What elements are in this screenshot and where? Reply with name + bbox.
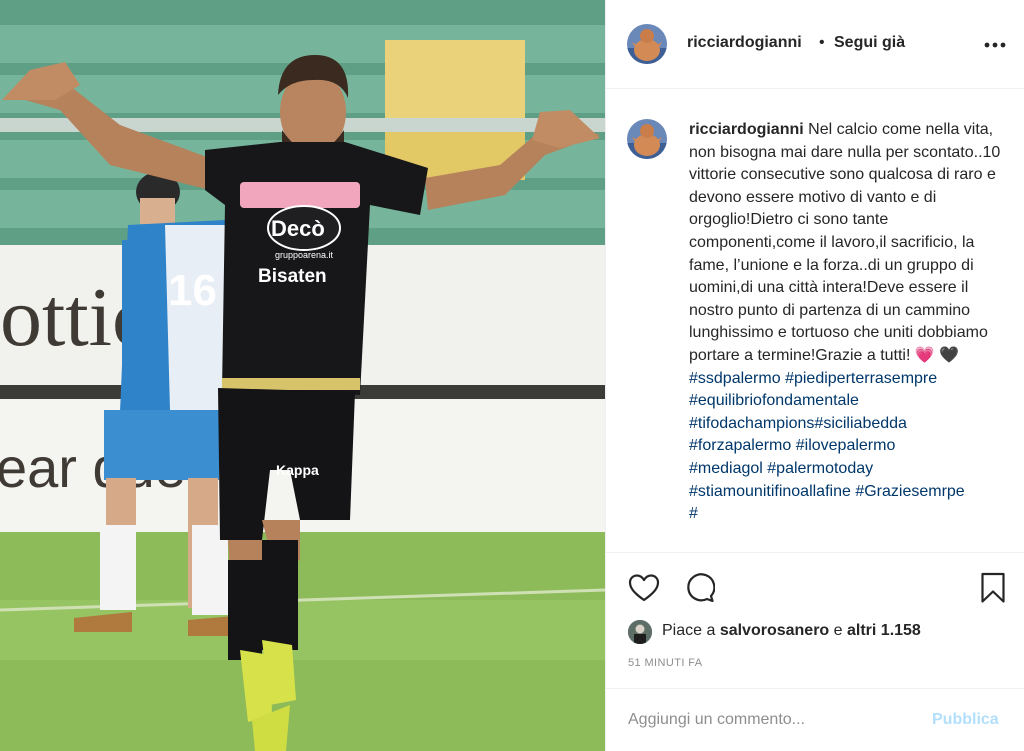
header-separator: • [819,34,825,51]
heart-icon[interactable] [628,573,660,603]
hashtag-equilibriofondamentale[interactable]: #equilibriofondamentale [689,392,859,409]
post-timestamp[interactable]: 51 MINUTI FA [628,657,702,669]
post-panel: ricciardogianni • Segui già ricciardogia… [605,0,1024,751]
likes-prefix: Piace a [662,622,720,639]
hashtag-piediperterrasempre[interactable]: #piediperterrasempre [785,370,937,387]
post-header: ricciardogianni • Segui già [606,0,1024,89]
hashtag-stiamounitifinoallafine[interactable]: #stiamounitifinoallafine [689,483,851,500]
hashtag-mediagol[interactable]: #mediagol [689,460,763,477]
caption-text: Nel calcio come nella vita, non bisogna … [689,121,1001,364]
author-avatar[interactable] [627,24,667,64]
pink-heart-emoji: 💗 [914,346,935,364]
player-number: 16 [168,266,217,315]
bookmark-icon[interactable] [980,572,1006,604]
caption-avatar[interactable] [627,119,667,159]
hashtag-empty[interactable]: # [689,505,698,522]
comment-input[interactable] [628,711,918,729]
caption-username[interactable]: ricciardogianni [689,121,804,138]
hashtag-graziesemrpe[interactable]: #Graziesemrpe [855,483,964,500]
likes-others-link[interactable]: altri 1.158 [847,622,921,639]
sponsor-main: Bisaten [258,266,327,287]
more-horizontal-icon[interactable] [984,42,1006,48]
comment-icon[interactable] [685,573,715,603]
hashtag-siciliabedda[interactable]: #siciliabedda [814,415,907,432]
hashtag-ssdpalermo[interactable]: #ssdpalermo [689,370,781,387]
likes-middle: e [829,622,847,639]
author-username[interactable]: ricciardogianni [687,34,802,52]
comment-bar: Pubblica [606,688,1024,751]
actions-divider [606,552,1024,553]
liker-avatar[interactable] [628,620,652,644]
photo-illustration: ottic ipar ear que 16 [0,0,605,751]
post-photo[interactable]: ottic ipar ear que 16 [0,0,605,751]
sponsor-sub: gruppoarena.it [275,250,334,260]
sponsor-top: Decò [271,216,325,241]
shorts-logo: Kappa [276,462,319,478]
hashtag-tifodachampions[interactable]: #tifodachampions [689,415,814,432]
post-comment-button[interactable]: Pubblica [932,711,999,729]
likes-text: Piace a salvorosanero e altri 1.158 [662,622,921,640]
hashtag-palermotoday[interactable]: #palermotoday [767,460,873,477]
following-button[interactable]: Segui già [834,34,905,52]
hashtag-ilovepalermo[interactable]: #ilovepalermo [796,437,896,454]
liker-username[interactable]: salvorosanero [720,622,829,639]
black-heart-emoji: 🖤 [939,346,960,364]
hashtag-forzapalermo[interactable]: #forzapalermo [689,437,791,454]
post-caption: ricciardogianni Nel calcio come nella vi… [689,119,1014,526]
